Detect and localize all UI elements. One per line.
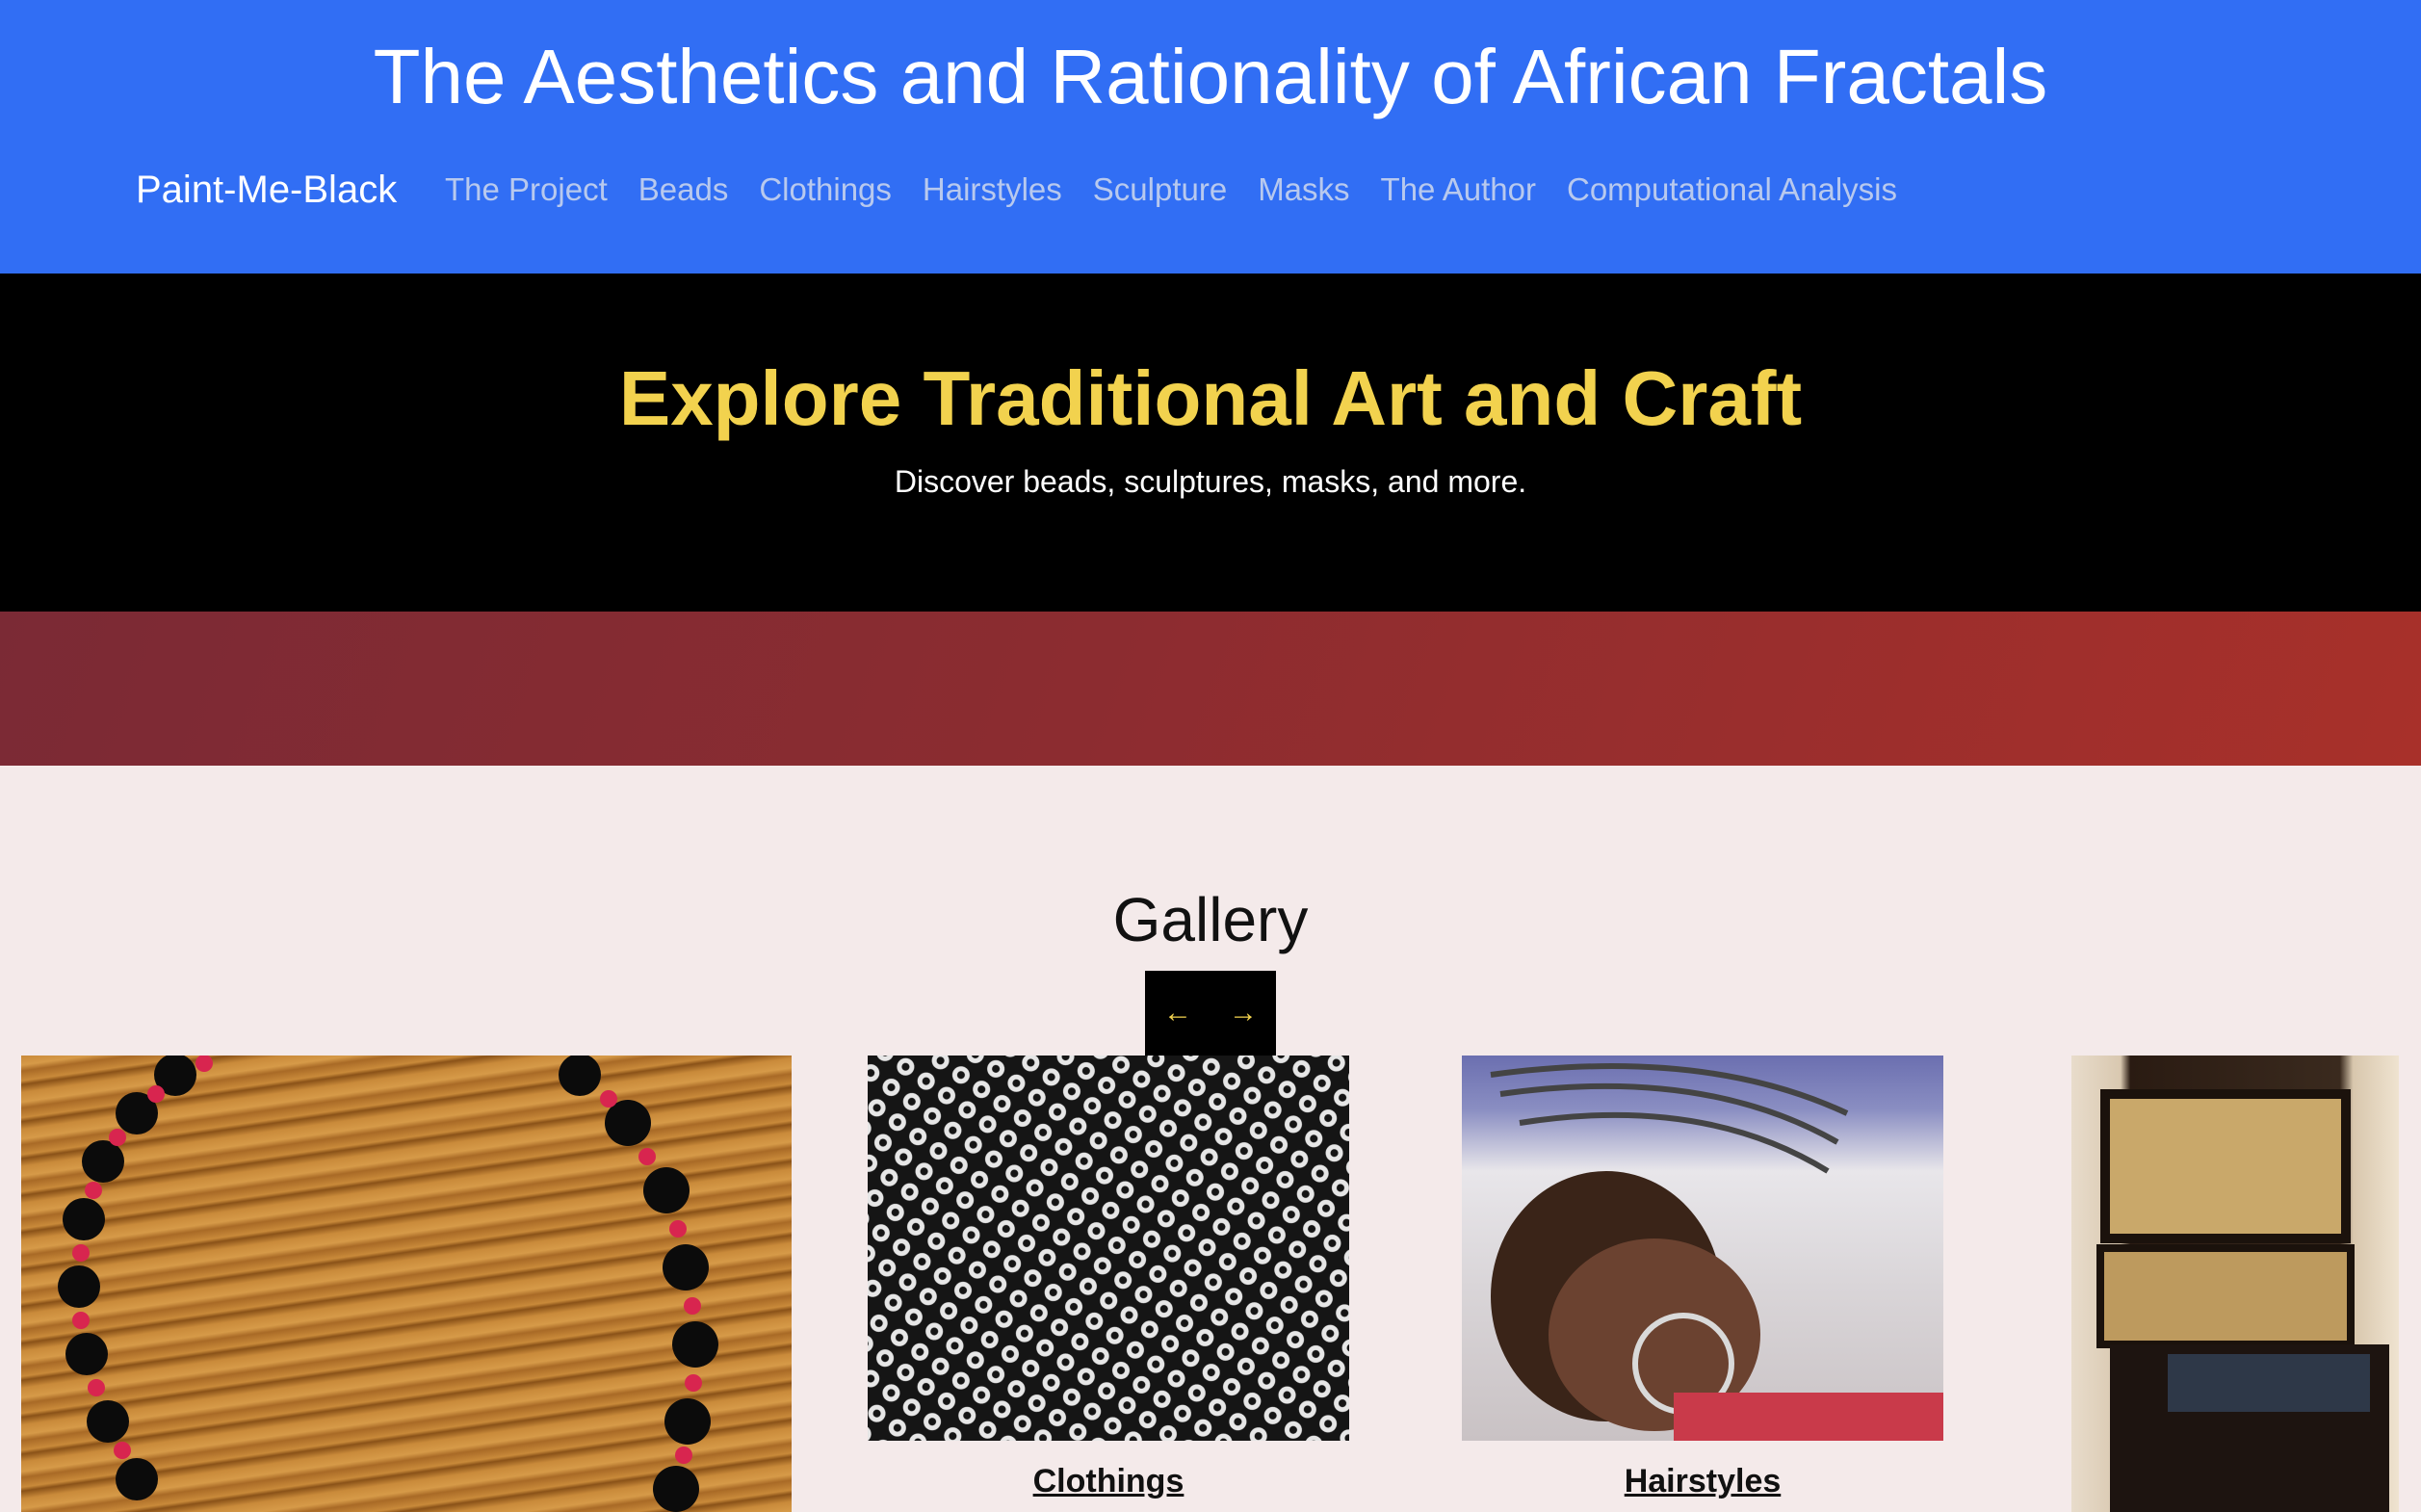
main-nav: The Project Beads Clothings Hairstyles S… — [445, 164, 1928, 216]
gallery-title: Gallery — [1112, 885, 1309, 954]
arrow-right-icon[interactable]: → — [1221, 991, 1265, 1035]
nav-item-clothings[interactable]: Clothings — [759, 164, 892, 216]
gallery-card-clothings[interactable]: Clothings — [868, 1056, 1349, 1512]
clothings-caption-link[interactable]: Clothings — [868, 1460, 1349, 1502]
nav-item-the-author[interactable]: The Author — [1381, 164, 1536, 216]
nav-item-computational-analysis[interactable]: Computational Analysis — [1567, 164, 1897, 216]
hairstyles-caption-link[interactable]: Hairstyles — [1462, 1460, 1943, 1502]
gallery-card-hairstyles[interactable]: Hairstyles — [1462, 1056, 1943, 1512]
nav-item-the-project[interactable]: The Project — [445, 164, 608, 216]
site-title: The Aesthetics and Rationality of Africa… — [373, 34, 2048, 119]
gallery-card-beads[interactable] — [21, 1056, 792, 1512]
nav-item-sculpture[interactable]: Sculpture — [1093, 164, 1227, 216]
hero-title: Explore Traditional Art and Craft — [618, 355, 1803, 441]
brand-link[interactable]: Paint-Me-Black — [136, 164, 397, 216]
interior-image — [2071, 1056, 2399, 1512]
nav-item-hairstyles[interactable]: Hairstyles — [923, 164, 1062, 216]
gallery-card-sculpture[interactable] — [2071, 1056, 2399, 1512]
bead-necklace-left — [58, 1056, 196, 1500]
nav-item-beads[interactable]: Beads — [638, 164, 729, 216]
hero-section: Explore Traditional Art and Craft Discov… — [0, 274, 2421, 612]
hero-subtitle: Discover beads, sculptures, masks, and m… — [894, 464, 1527, 499]
clothings-image — [868, 1056, 1349, 1441]
site-header: The Aesthetics and Rationality of Africa… — [0, 0, 2421, 274]
arrow-left-icon[interactable]: ← — [1156, 991, 1200, 1035]
bead-necklace-right — [559, 1056, 718, 1512]
hairstyles-image — [1462, 1056, 1943, 1441]
gallery-section: Gallery ← → Clothings Hairstyles — [0, 766, 2421, 1512]
gallery-controls: ← → — [1145, 971, 1276, 1056]
nav-item-masks[interactable]: Masks — [1258, 164, 1349, 216]
gradient-band — [0, 612, 2421, 766]
beads-image — [21, 1056, 792, 1512]
